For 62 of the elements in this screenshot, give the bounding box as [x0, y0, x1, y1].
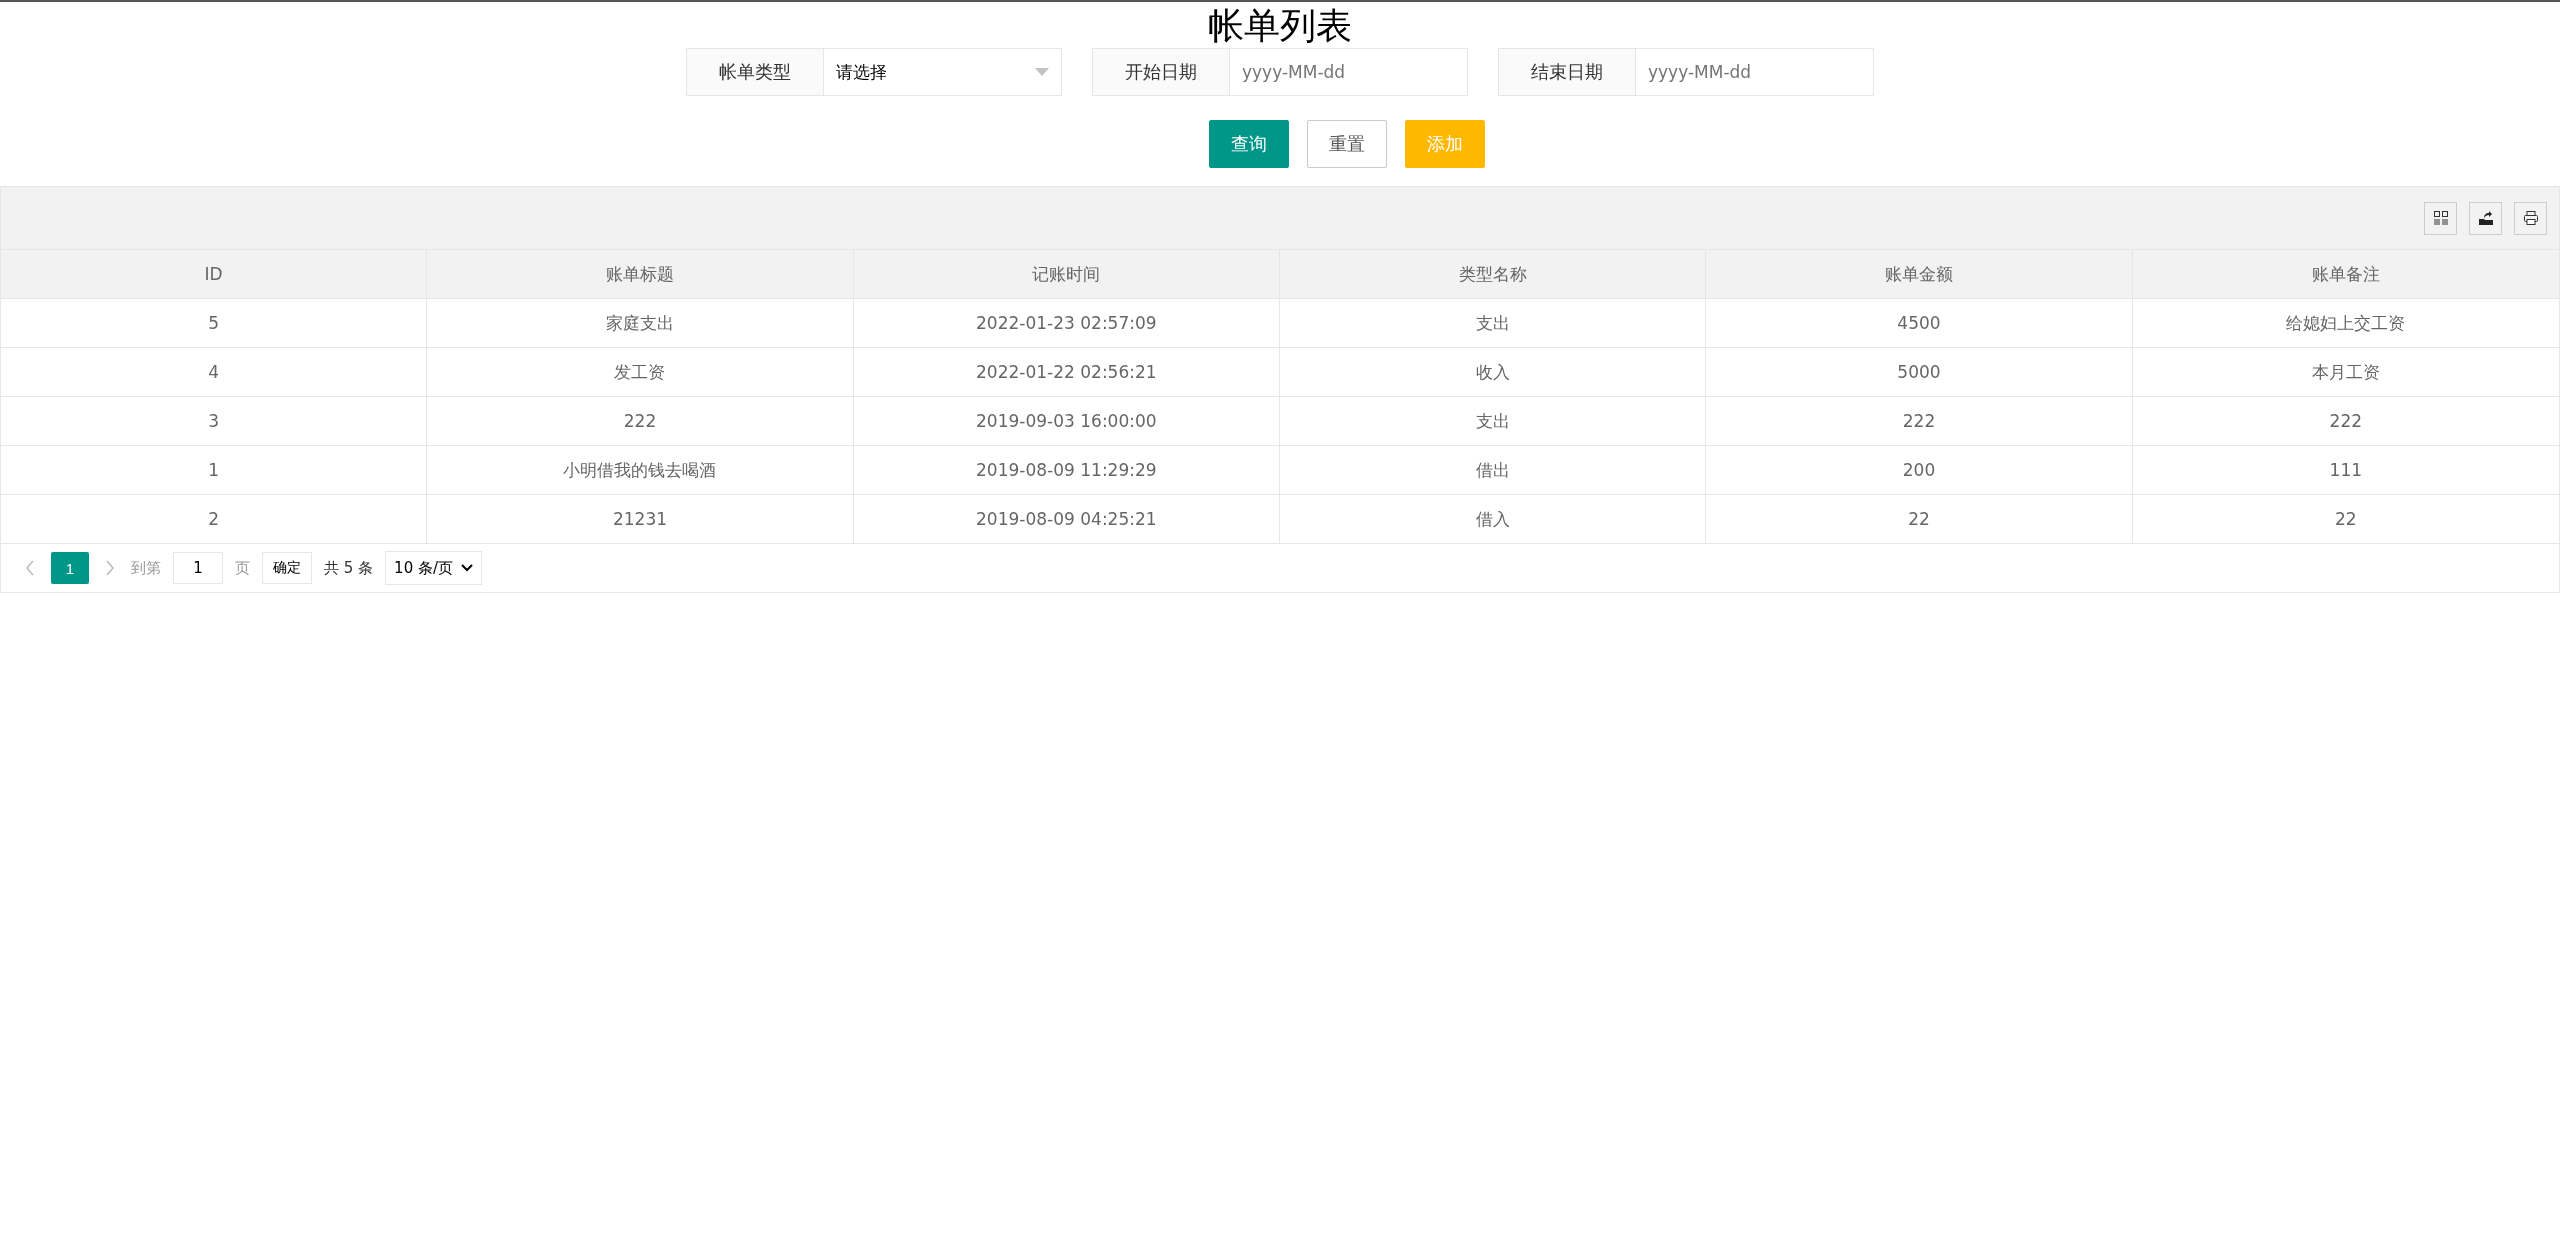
table-cell-text: 本月工资 — [2310, 360, 2381, 384]
action-button[interactable]: 重置 — [1307, 120, 1387, 168]
table-cell-text: 22 — [2334, 508, 2358, 531]
table-row[interactable]: 4 发工资 2022-01-22 02:56:21 收入 5000 本月工资 — [1, 348, 2559, 397]
export-icon[interactable] — [2469, 201, 2502, 235]
table-cell: 2022-01-22 02:56:21 — [853, 348, 1280, 396]
table-cell: 200 — [1706, 446, 2133, 494]
table-cell: 支出 — [1280, 299, 1707, 347]
table-cell: 222 — [1706, 397, 2133, 445]
table-cell: 发工资 — [427, 348, 854, 396]
confirm-button[interactable]: 确定 — [262, 552, 312, 584]
table-cell: 家庭支出 — [427, 299, 854, 347]
table-cell: 4 — [1, 348, 428, 396]
table-cell-text: 给媳妇上交工资 — [2285, 311, 2407, 335]
goto-label: 到第 — [131, 558, 161, 578]
table-row[interactable]: 5 家庭支出 2022-01-23 02:57:09 支出 4500 给媳妇上交工资 — [1, 299, 2559, 348]
table-cell: 21231 — [427, 495, 854, 543]
table-cell: 借出 — [1280, 446, 1707, 494]
table-cell: 借入 — [1280, 495, 1707, 543]
print-icon[interactable] — [2514, 201, 2547, 235]
type-select[interactable]: 请选择 — [824, 48, 1062, 96]
table-cell: 2019-09-03 16:00:00 — [853, 397, 1280, 445]
column-header: 记账时间 — [853, 250, 1280, 298]
columns-icon[interactable] — [2424, 201, 2457, 235]
column-header: 账单金额 — [1706, 250, 2133, 298]
page-number-field[interactable]: 1 — [173, 552, 223, 584]
table-cell: 5 — [1, 299, 428, 347]
column-header: ID — [1, 250, 428, 298]
table-cell: 2019-08-09 04:25:21 — [853, 495, 1280, 543]
table-cell-text: 222 — [2328, 410, 2364, 433]
table-cell: 3 — [1, 397, 428, 445]
page-unit-label: 页 — [235, 558, 250, 578]
table-cell: 4500 — [1706, 299, 2133, 347]
filter-label: 帐单类型 — [686, 48, 824, 96]
table-row[interactable]: 1 小明借我的钱去喝酒 2019-08-09 11:29:29 借出 200 111 — [1, 446, 2559, 495]
table-cell: 支出 — [1280, 397, 1707, 445]
caret-icon — [1035, 68, 1049, 76]
table-cell: 小明借我的钱去喝酒 — [427, 446, 854, 494]
table-row[interactable]: 3 222 2019-09-03 16:00:00 支出 222 222 — [1, 397, 2559, 446]
column-header: 账单标题 — [427, 250, 854, 298]
date-field[interactable]: yyyy-MM-dd — [1636, 48, 1874, 96]
table-cell: 2 — [1, 495, 428, 543]
action-button[interactable]: 查询 — [1209, 120, 1289, 168]
table-cell: 收入 — [1280, 348, 1707, 396]
chevron-icon — [461, 564, 473, 572]
table-cell: 222 — [427, 397, 854, 445]
column-header: 账单备注 — [2310, 262, 2381, 286]
table-cell: 2022-01-23 02:57:09 — [853, 299, 1280, 347]
table-cell: 22 — [1706, 495, 2133, 543]
filter-label: 开始日期 — [1092, 48, 1230, 96]
page-button[interactable]: 1 — [51, 552, 89, 584]
table-cell: 5000 — [1706, 348, 2133, 396]
table-cell: 1 — [1, 446, 428, 494]
table-cell: 2019-08-09 11:29:29 — [853, 446, 1280, 494]
total-count: 共 5 条 — [324, 558, 374, 578]
page-size-select[interactable]: 10 条/页 — [385, 551, 482, 585]
filter-label: 结束日期 — [1498, 48, 1636, 96]
date-field[interactable]: yyyy-MM-dd — [1230, 48, 1468, 96]
column-header: 类型名称 — [1280, 250, 1707, 298]
page-title: 帐单列表 — [1208, 4, 1352, 48]
table-cell-text: 111 — [2328, 459, 2364, 482]
table-row[interactable]: 2 21231 2019-08-09 04:25:21 借入 22 22 — [1, 495, 2559, 544]
